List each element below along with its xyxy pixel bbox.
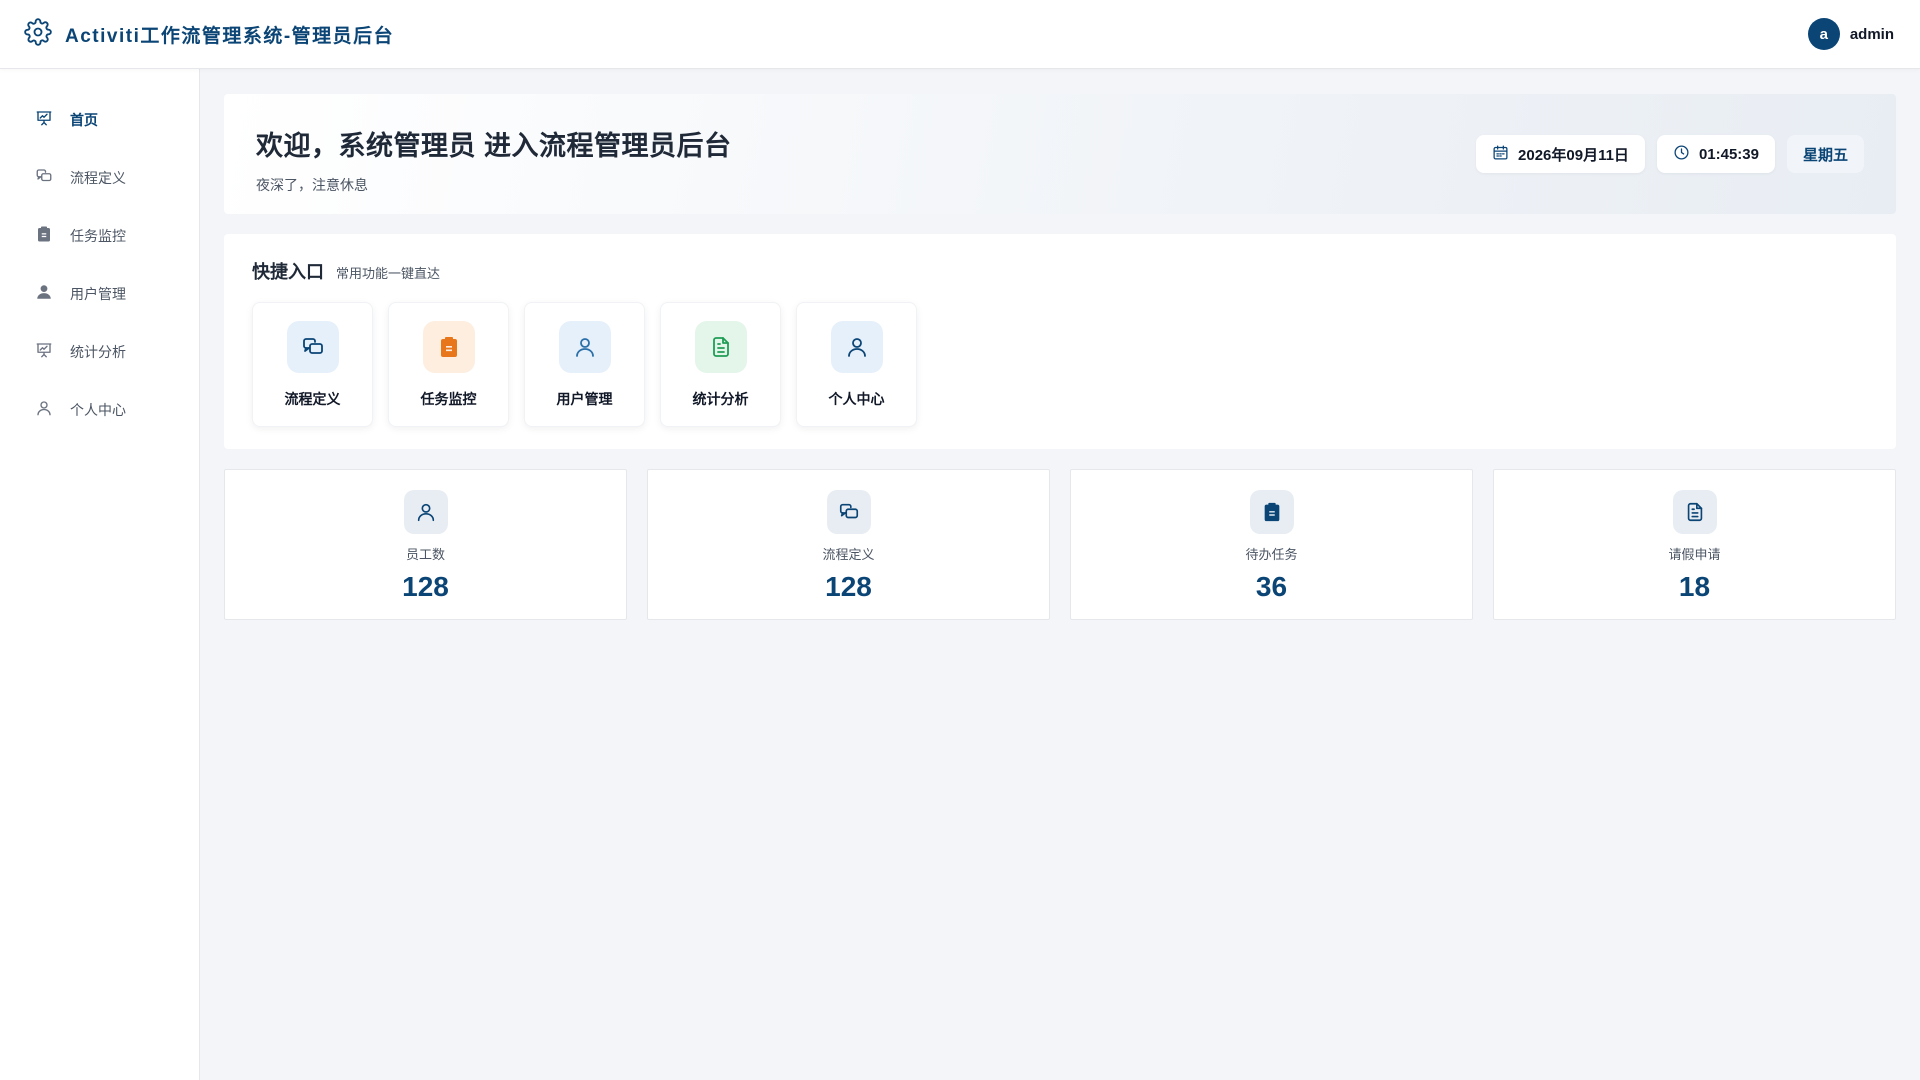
user-outline-icon (830, 320, 883, 373)
stat-value: 128 (402, 571, 449, 602)
document-icon (1672, 490, 1717, 534)
clock-icon (1673, 144, 1690, 165)
presentation-chart-icon (35, 109, 53, 132)
stat-card-employees: 员工数 128 (224, 469, 627, 620)
quick-access-header: 快捷入口 常用功能一键直达 (252, 258, 1868, 284)
weekday-text: 星期五 (1802, 146, 1848, 164)
quick-access-subtitle: 常用功能一键直达 (336, 266, 441, 281)
document-icon (694, 320, 747, 373)
sidebar-item-label: 用户管理 (70, 286, 126, 302)
gear-icon (24, 17, 52, 51)
quick-access-panel: 快捷入口 常用功能一键直达 流程定义 任务监控 用户管理 统计分析 个人中心 (224, 234, 1896, 449)
stat-cards: 员工数 128 流程定义 128 待办任务 36 请假申请 18 (224, 469, 1896, 620)
quick-card-statistics[interactable]: 统计分析 (660, 302, 781, 427)
sidebar-item-statistics[interactable]: 统计分析 (0, 323, 199, 381)
sidebar-item-label: 个人中心 (70, 402, 126, 418)
stat-card-leave-requests: 请假申请 18 (1493, 469, 1896, 620)
quick-card-profile[interactable]: 个人中心 (796, 302, 917, 427)
sidebar-item-home[interactable]: 首页 (0, 91, 199, 149)
weekday-chip: 星期五 (1786, 135, 1864, 173)
user-outline-icon (558, 320, 611, 373)
sidebar: 首页 流程定义 任务监控 用户管理 统计分析 个人中心 (0, 69, 200, 1080)
username[interactable]: admin (1850, 26, 1894, 43)
welcome-banner: 欢迎，系统管理员 进入流程管理员后台 夜深了，注意休息 2026年09月11日 … (224, 94, 1896, 214)
app-title: Activiti工作流管理系统-管理员后台 (65, 25, 395, 47)
sidebar-item-user-management[interactable]: 用户管理 (0, 265, 199, 323)
user-menu[interactable]: a admin (1807, 18, 1894, 50)
date-text: 2026年09月11日 (1518, 146, 1629, 164)
stat-label: 请假申请 (1668, 547, 1721, 562)
stat-card-process-definitions: 流程定义 128 (647, 469, 1050, 620)
stat-label: 流程定义 (822, 547, 875, 562)
calendar-icon (1492, 144, 1509, 165)
sidebar-item-label: 统计分析 (70, 344, 126, 360)
quick-card-user-management[interactable]: 用户管理 (524, 302, 645, 427)
avatar[interactable]: a (1807, 18, 1840, 50)
time-text: 01:45:39 (1698, 145, 1759, 163)
stat-value: 36 (1255, 571, 1288, 602)
stat-value: 128 (825, 571, 872, 602)
sidebar-item-profile[interactable]: 个人中心 (0, 381, 199, 439)
clipboard-icon (1249, 490, 1294, 534)
time-chip: 01:45:39 (1656, 135, 1775, 173)
welcome-subtitle: 夜深了，注意休息 (256, 177, 368, 193)
quick-card-label: 统计分析 (692, 390, 749, 407)
chat-bubbles-icon (286, 320, 339, 373)
sidebar-item-process-definition[interactable]: 流程定义 (0, 149, 199, 207)
date-chip: 2026年09月11日 (1476, 135, 1645, 173)
sidebar-item-label: 任务监控 (70, 228, 126, 244)
quick-card-process-definition[interactable]: 流程定义 (252, 302, 373, 427)
stat-label: 员工数 (405, 547, 445, 562)
stat-label: 待办任务 (1245, 547, 1298, 562)
datetime-chips: 2026年09月11日 01:45:39 星期五 (1476, 135, 1864, 173)
quick-card-label: 任务监控 (420, 390, 477, 407)
sidebar-item-task-monitor[interactable]: 任务监控 (0, 207, 199, 265)
quick-card-label: 个人中心 (828, 390, 885, 407)
user-outline-icon (403, 490, 448, 534)
clipboard-icon (422, 320, 475, 373)
sidebar-item-label: 首页 (70, 112, 98, 128)
chat-bubbles-icon (826, 490, 871, 534)
chat-bubbles-icon (35, 167, 53, 190)
quick-access-cards: 流程定义 任务监控 用户管理 统计分析 个人中心 (252, 302, 1868, 427)
presentation-chart-icon (35, 341, 53, 364)
brand: Activiti工作流管理系统-管理员后台 (24, 17, 395, 51)
quick-card-label: 用户管理 (556, 390, 613, 407)
main-content: 欢迎，系统管理员 进入流程管理员后台 夜深了，注意休息 2026年09月11日 … (224, 94, 1896, 620)
quick-card-label: 流程定义 (284, 390, 341, 407)
user-outline-icon (35, 399, 53, 422)
clipboard-icon (35, 225, 53, 248)
stat-value: 18 (1678, 571, 1711, 602)
sidebar-item-label: 流程定义 (70, 170, 126, 186)
quick-access-title: 快捷入口 (252, 262, 324, 282)
quick-card-task-monitor[interactable]: 任务监控 (388, 302, 509, 427)
top-header: Activiti工作流管理系统-管理员后台 a admin (0, 0, 1920, 69)
stat-card-pending-tasks: 待办任务 36 (1070, 469, 1473, 620)
user-solid-icon (35, 283, 53, 306)
